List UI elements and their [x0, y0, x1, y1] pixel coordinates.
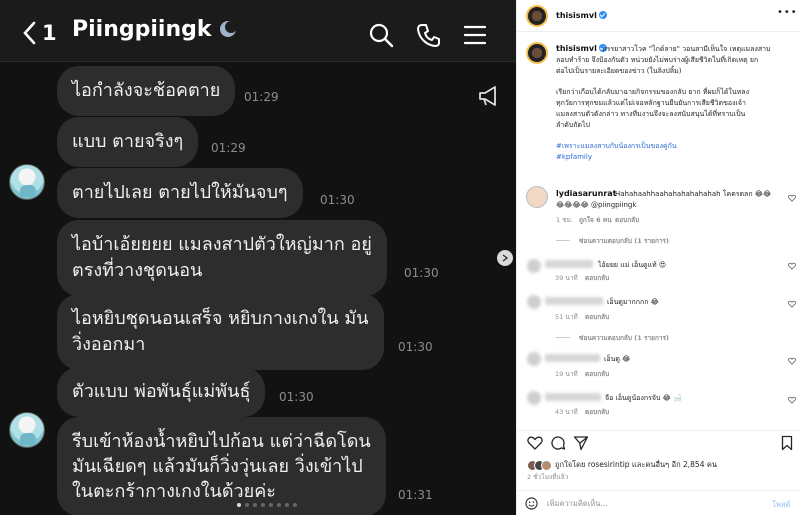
- post-time: 2 ชั่วโมงที่แล้ว: [527, 473, 569, 481]
- likes-summary: ถูกใจโดย rosesirintip และคนอื่นๆ อีก 2,8…: [527, 459, 717, 471]
- message-bubble: ตายไปเลย ตายไปให้มันจบๆ: [57, 168, 303, 218]
- more-options-icon[interactable]: •••: [777, 7, 798, 18]
- caption-username[interactable]: thisismvl: [556, 44, 607, 53]
- message-bubble: ไอกำลังจะช้อคตาย: [57, 66, 236, 116]
- reply-button[interactable]: ตอบกลับ: [615, 215, 639, 225]
- comment-text: Hahahaahhaahahahahahahah โคตรตลก 😂😂: [615, 190, 772, 198]
- message-bubble: ไอบ้าเอ้ยยยย แมลงสาปตัวใหญ่มาก อยู่ ตรงท…: [57, 220, 387, 296]
- reply-text: เอ็นดูมากกกก 😂: [607, 298, 659, 306]
- post-actions: [517, 430, 800, 452]
- comment-icon[interactable]: [550, 435, 566, 451]
- comment-text-2: 😂😂😂😂 @piingpiingk: [556, 201, 637, 209]
- comment-box: โพสต์: [517, 490, 800, 515]
- contact-avatar[interactable]: [9, 412, 45, 448]
- chat-screenshot: 1 Piingpiingk ไอกำลังจะช้อคตาย 01:29 แบบ…: [0, 0, 516, 515]
- hide-replies-button[interactable]: ซ่อนความตอบกลับ (1 รายการ): [579, 236, 669, 246]
- commenter-username[interactable]: lydiasarunrat: [556, 189, 617, 198]
- chat-header: 1 Piingpiingk: [0, 0, 516, 62]
- moon-icon: [220, 21, 238, 37]
- post-comment-button[interactable]: โพสต์: [772, 499, 790, 511]
- divider: [556, 240, 570, 241]
- reply-button[interactable]: ตอบกลับ: [585, 312, 609, 322]
- message-time: 01:30: [279, 390, 314, 404]
- commenter-avatar[interactable]: [526, 186, 548, 208]
- caption-avatar[interactable]: [526, 42, 548, 64]
- verified-icon: [598, 11, 607, 19]
- hashtag-link[interactable]: #kpfamily: [556, 152, 592, 162]
- message-bubble: แบบ ตายจริงๆ: [57, 117, 199, 167]
- likes-text[interactable]: ถูกใจโดย rosesirintip และคนอื่นๆ อีก 2,8…: [555, 459, 717, 471]
- reply-username[interactable]: [545, 354, 600, 362]
- reply-avatar[interactable]: [527, 259, 541, 273]
- caption-line: ลำดับถัดไป: [556, 121, 590, 129]
- caption-username-text: thisismvl: [556, 44, 597, 53]
- message-time: 01:30: [404, 266, 439, 280]
- hide-replies-button[interactable]: ซ่อนความตอบกลับ (1 รายการ): [579, 333, 669, 343]
- reply-button[interactable]: ตอบกลับ: [585, 369, 609, 379]
- like-comment-icon[interactable]: [788, 262, 796, 270]
- message-time: 01:29: [211, 141, 246, 155]
- reply-username[interactable]: [545, 297, 603, 305]
- post-panel: thisismvl ••• thisismvl ภรรยาสาวโวค "ไกด…: [516, 0, 800, 515]
- divider: [556, 337, 570, 338]
- message-time: 01:29: [244, 90, 279, 104]
- message-time: 01:30: [398, 340, 433, 354]
- contact-avatar[interactable]: [9, 164, 45, 200]
- back-count: 1: [42, 21, 57, 45]
- announcement-icon[interactable]: [476, 82, 504, 110]
- bookmark-icon[interactable]: [779, 435, 795, 451]
- back-button[interactable]: 1: [22, 20, 68, 46]
- caption-line: เรียกว่าเกือบได้กลับมาฉายกิจกรรมของกลับ …: [556, 88, 749, 96]
- like-comment-icon[interactable]: [788, 300, 796, 308]
- reply-username[interactable]: [545, 393, 601, 401]
- reply-button[interactable]: ตอบกลับ: [585, 273, 609, 283]
- reply-avatar[interactable]: [527, 391, 541, 405]
- emoji-icon[interactable]: [525, 497, 538, 510]
- message-bubble: รีบเข้าห้องน้ำหยิบไปก้อน แต่ว่าฉีดโดน มั…: [57, 417, 386, 515]
- like-comment-icon[interactable]: [788, 396, 796, 404]
- contact-name[interactable]: Piingpiingk: [72, 17, 238, 42]
- comment-likes[interactable]: ถูกใจ 6 คน: [579, 215, 612, 225]
- message-bubble: ไอหยิบชุดนอนเสร็จ หยิบกางเกงใน มัน วิ่งอ…: [57, 294, 384, 370]
- caption-line: ต่อไปเป็นรายละเอียดของข่าว (ในลิงปลิ้ม): [556, 67, 682, 75]
- like-comment-icon[interactable]: [788, 194, 796, 202]
- reply-avatar[interactable]: [527, 295, 541, 309]
- message-bubble: ตัวแบบ พ่อพันธุ์แม่พันธุ์: [57, 367, 266, 417]
- caption-line: ภรรยาสาวโวค "ไกด์ลาย" วอนสามีเห็นใจ เหตุ…: [602, 45, 771, 53]
- contact-name-text: Piingpiingk: [72, 17, 212, 42]
- reply-text: จือ เอ็นดูน้องกรจับ 😂 🛁: [605, 394, 682, 402]
- heart-icon[interactable]: [527, 435, 543, 451]
- reply-text: ไอ้ยยย แม่ เอ็นดูแท้ 😍: [598, 261, 667, 269]
- caption-line: ลอบทำร้าย จึงป้องกันตัว หน่วยยังไม่พบร่า…: [556, 56, 759, 64]
- post-header: thisismvl •••: [517, 0, 800, 32]
- reply-time: 51 นาที: [555, 313, 578, 321]
- chevron-right-icon: [502, 254, 509, 262]
- liker-avatars: [527, 459, 552, 471]
- search-icon[interactable]: [368, 22, 394, 48]
- message-time: 01:30: [320, 193, 355, 207]
- author-username[interactable]: thisismvl: [556, 11, 607, 20]
- caption-line: ทุกวัยการทุกขมแล้วแต่ไม่เจอหลักฐานยืนยัน…: [556, 99, 746, 107]
- phone-icon[interactable]: [416, 22, 442, 48]
- reply-time: 43 นาที: [555, 408, 578, 416]
- message-time: 01:31: [398, 488, 433, 502]
- reply-time: 39 นาที: [555, 274, 578, 282]
- hashtag-link[interactable]: #เพราะแมลงสาบกับน้องกรเป็นของคู่กัน: [556, 141, 677, 151]
- reply-username[interactable]: [545, 260, 593, 268]
- comment-input[interactable]: [547, 495, 757, 511]
- caption-line: แมลงสาบตัวดังกล่าว ทางทีมงานจึงจะลงสนับส…: [556, 110, 746, 118]
- carousel-dots: [237, 503, 297, 507]
- chevron-left-icon: [23, 21, 36, 45]
- reply-text: เอ็นดู 😂: [604, 355, 631, 363]
- author-avatar[interactable]: [526, 5, 548, 27]
- menu-icon[interactable]: [462, 22, 488, 48]
- share-icon[interactable]: [573, 435, 589, 451]
- next-slide-button[interactable]: [497, 250, 513, 266]
- reply-time: 19 นาที: [555, 370, 578, 378]
- reply-button[interactable]: ตอบกลับ: [585, 407, 609, 417]
- like-comment-icon[interactable]: [788, 357, 796, 365]
- comment-time: 1 ชม.: [556, 216, 573, 224]
- reply-avatar[interactable]: [527, 352, 541, 366]
- author-username-text: thisismvl: [556, 11, 597, 20]
